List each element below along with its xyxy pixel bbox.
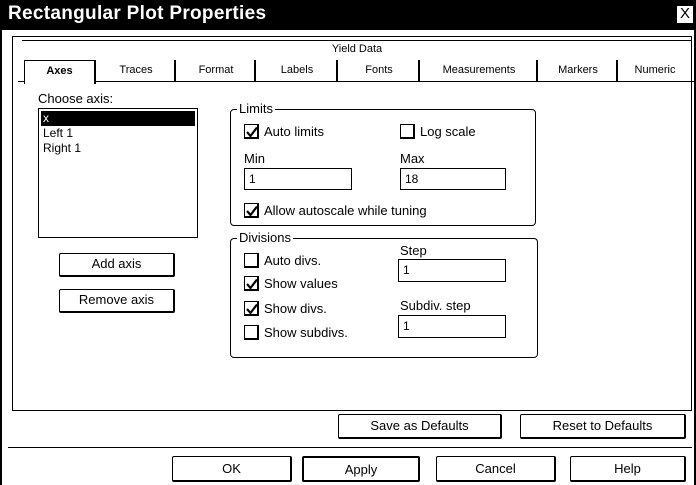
cancel-button[interactable]: Cancel bbox=[436, 456, 556, 482]
checkbox-checked-icon bbox=[244, 124, 259, 139]
axis-listbox[interactable]: x Left 1 Right 1 bbox=[38, 108, 198, 238]
remove-axis-button[interactable]: Remove axis bbox=[59, 289, 175, 313]
show-divs-label: Show divs. bbox=[264, 301, 327, 316]
tab-measurements[interactable]: Measurements bbox=[422, 60, 538, 82]
axis-item-left-1[interactable]: Left 1 bbox=[41, 126, 195, 141]
tab-format[interactable]: Format bbox=[178, 60, 256, 82]
max-field[interactable]: 18 bbox=[400, 168, 506, 190]
min-label: Min bbox=[244, 151, 265, 166]
max-label: Max bbox=[400, 151, 425, 166]
min-field[interactable]: 1 bbox=[244, 168, 352, 190]
properties-dialog: Rectangular Plot Properties X Yield Data… bbox=[0, 0, 696, 485]
close-icon[interactable]: X bbox=[676, 5, 694, 24]
limits-legend: Limits bbox=[237, 101, 275, 116]
tab-fonts[interactable]: Fonts bbox=[340, 60, 420, 82]
auto-divs-label: Auto divs. bbox=[264, 253, 322, 268]
axis-item-right-1[interactable]: Right 1 bbox=[41, 141, 195, 156]
step-field[interactable]: 1 bbox=[398, 259, 506, 282]
tab-yield-data[interactable]: Yield Data bbox=[22, 40, 692, 56]
help-button[interactable]: Help bbox=[570, 456, 686, 482]
save-as-defaults-button[interactable]: Save as Defaults bbox=[338, 414, 502, 439]
divisions-legend: Divisions bbox=[237, 230, 294, 245]
show-values-label: Show values bbox=[264, 276, 338, 291]
allow-autoscale-label: Allow autoscale while tuning bbox=[264, 203, 427, 218]
checkbox-checked-icon bbox=[244, 203, 259, 218]
apply-button[interactable]: Apply bbox=[302, 456, 420, 482]
tab-markers[interactable]: Markers bbox=[540, 60, 618, 82]
add-axis-button[interactable]: Add axis bbox=[59, 253, 175, 277]
footer-divider bbox=[8, 447, 692, 448]
tab-labels[interactable]: Labels bbox=[258, 60, 338, 82]
log-scale-label: Log scale bbox=[420, 124, 476, 139]
tab-row-back: Yield Data bbox=[22, 37, 692, 58]
auto-limits-label: Auto limits bbox=[264, 124, 324, 139]
window-title: Rectangular Plot Properties bbox=[8, 3, 267, 24]
step-label: Step bbox=[400, 243, 427, 258]
tab-numeric[interactable]: Numeric bbox=[620, 60, 690, 82]
ok-button[interactable]: OK bbox=[172, 456, 292, 482]
subdiv-step-label: Subdiv. step bbox=[400, 298, 471, 313]
checkbox-checked-icon bbox=[244, 276, 259, 291]
axis-item-x[interactable]: x bbox=[41, 111, 195, 126]
reset-to-defaults-button[interactable]: Reset to Defaults bbox=[520, 414, 686, 439]
tab-row-front: Axes Traces Format Labels Fonts Measurem… bbox=[18, 58, 694, 84]
subdiv-step-field[interactable]: 1 bbox=[398, 315, 506, 338]
checkbox-unchecked-icon bbox=[244, 325, 259, 340]
show-subdivs-label: Show subdivs. bbox=[264, 325, 348, 340]
choose-axis-label: Choose axis: bbox=[38, 91, 114, 106]
title-bar: Rectangular Plot Properties X bbox=[2, 0, 694, 30]
tab-axes[interactable]: Axes bbox=[24, 60, 96, 84]
checkbox-unchecked-icon bbox=[244, 253, 259, 268]
tab-traces[interactable]: Traces bbox=[98, 60, 176, 82]
checkbox-unchecked-icon bbox=[400, 124, 415, 139]
checkbox-checked-icon bbox=[244, 301, 259, 316]
